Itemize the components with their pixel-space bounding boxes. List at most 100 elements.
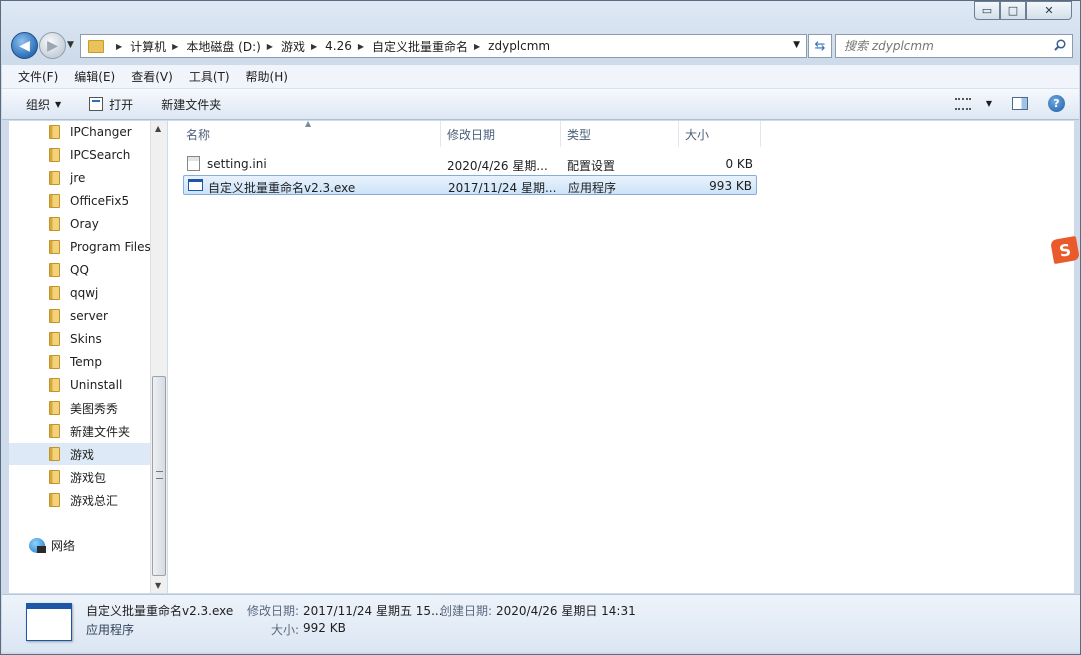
navigation-scrollbar[interactable]: ▲ ▼ [150, 121, 167, 593]
help-icon[interactable]: ? [1048, 95, 1065, 112]
sidebar-item-qq[interactable]: QQ [9, 259, 150, 281]
breadcrumb-drive-d[interactable]: 本地磁盘 (D:) [186, 38, 260, 55]
sidebar-item-label: Temp [70, 355, 102, 369]
sidebar-item-label: 游戏总汇 [70, 493, 119, 508]
scroll-down-icon[interactable]: ▼ [155, 581, 161, 590]
sidebar-item-server[interactable]: server [9, 305, 150, 327]
open-button[interactable]: 打开 [89, 96, 133, 113]
scroll-up-icon[interactable]: ▲ [155, 124, 161, 133]
sidebar-item-jre[interactable]: jre [9, 167, 150, 189]
chevron-right-icon[interactable]: ▶ [172, 42, 178, 51]
folder-icon [49, 217, 60, 231]
file-name: setting.ini [207, 157, 267, 171]
menu-file[interactable]: 文件(F) [18, 68, 58, 85]
folder-icon [49, 424, 60, 438]
grip-icon [156, 471, 163, 479]
forward-button[interactable]: ▶ [39, 32, 66, 59]
breadcrumb-4-26[interactable]: 4.26 [325, 39, 352, 53]
chevron-right-icon[interactable]: ▶ [267, 42, 273, 51]
sidebar-item-skins[interactable]: Skins [9, 328, 150, 350]
breadcrumb-computer[interactable]: 计算机 [130, 38, 166, 55]
sidebar-item-meitu[interactable]: 美图秀秀 [9, 397, 150, 419]
details-size-label: 大小: [271, 623, 300, 637]
address-dropdown-icon[interactable]: ▼ [793, 40, 800, 50]
sidebar-item-label: 新建文件夹 [70, 424, 131, 439]
sidebar-item-temp[interactable]: Temp [9, 351, 150, 373]
sidebar-item-label: OfficeFix5 [70, 194, 130, 208]
scrollbar-thumb[interactable] [152, 376, 166, 576]
sidebar-item-oray[interactable]: Oray [9, 213, 150, 235]
organize-button[interactable]: 组织 ▼ [26, 96, 61, 113]
search-input[interactable] [844, 39, 1044, 53]
file-size: 0 KB [725, 157, 753, 171]
close-button[interactable]: ✕ [1026, 1, 1072, 20]
chevron-right-icon[interactable]: ▶ [311, 42, 317, 51]
new-folder-button[interactable]: 新建文件夹 [161, 96, 221, 113]
back-button[interactable]: ◀ [11, 32, 38, 59]
file-row-batch-rename-exe[interactable]: 自定义批量重命名v2.3.exe 2017/11/24 星期... 应用程序 9… [183, 175, 757, 195]
folder-icon [49, 286, 60, 300]
breadcrumb-batch-rename[interactable]: 自定义批量重命名 [372, 38, 468, 55]
menu-edit[interactable]: 编辑(E) [74, 68, 115, 85]
column-header-size[interactable]: 大小 [679, 121, 761, 147]
sidebar-item-officefix5[interactable]: OfficeFix5 [9, 190, 150, 212]
chevron-right-icon[interactable]: ▶ [116, 42, 122, 51]
chevron-right-icon[interactable]: ▶ [474, 42, 480, 51]
search-icon[interactable] [1054, 39, 1066, 51]
sidebar-item-ipchanger[interactable]: IPChanger [9, 121, 150, 143]
sogou-ime-icon[interactable]: S [1050, 235, 1080, 265]
sidebar-item-label: QQ [70, 263, 89, 277]
file-type: 应用程序 [568, 181, 617, 195]
organize-label: 组织 [26, 97, 51, 112]
sidebar-item-games[interactable]: 游戏 [9, 443, 150, 465]
sidebar-item-label: server [70, 309, 108, 323]
minimize-button[interactable]: ▭ [974, 1, 1000, 20]
details-filename: 自定义批量重命名v2.3.exe [86, 604, 234, 618]
exe-file-icon [188, 179, 203, 191]
details-created-label: 创建日期: [440, 604, 493, 618]
file-date: 2020/4/26 星期... [447, 159, 548, 173]
details-created-value: 2020/4/26 星期日 14:31 [496, 604, 636, 618]
recent-pages-dropdown-icon[interactable]: ▼ [67, 40, 74, 50]
refresh-button[interactable]: ⇆ [808, 34, 832, 58]
folder-icon [49, 194, 60, 208]
menu-tools[interactable]: 工具(T) [189, 68, 230, 85]
folder-icon [49, 240, 60, 254]
sidebar-item-new-folder[interactable]: 新建文件夹 [9, 420, 150, 442]
sidebar-item-label: Uninstall [70, 378, 123, 392]
details-size-value: 992 KB [303, 621, 346, 635]
file-row-setting-ini[interactable]: setting.ini 2020/4/26 星期... 配置设置 0 KB [183, 154, 757, 174]
column-header-name[interactable]: 名称 [180, 121, 441, 147]
sidebar-item-qqwj[interactable]: qqwj [9, 282, 150, 304]
breadcrumb-games[interactable]: 游戏 [281, 38, 305, 55]
maximize-button[interactable]: □ [1000, 1, 1026, 20]
folder-icon [49, 470, 60, 484]
column-header-type[interactable]: 类型 [561, 121, 679, 147]
menu-view[interactable]: 查看(V) [131, 68, 173, 85]
sidebar-item-program-files[interactable]: Program Files [9, 236, 150, 258]
sidebar-item-game-collection[interactable]: 游戏总汇 [9, 489, 150, 511]
address-bar[interactable]: ▶ 计算机 ▶ 本地磁盘 (D:) ▶ 游戏 ▶ 4.26 ▶ 自定义批量重命名… [80, 34, 807, 58]
sidebar-item-label: 美图秀秀 [70, 401, 119, 416]
address-row: ◀ ▶ ▼ ▶ 计算机 ▶ 本地磁盘 (D:) ▶ 游戏 ▶ 4.26 ▶ 自定… [9, 32, 1073, 60]
sidebar-item-network[interactable]: 网络 [29, 537, 75, 554]
preview-pane-icon[interactable] [1012, 97, 1028, 110]
sidebar-item-game-pack[interactable]: 游戏包 [9, 466, 150, 488]
ini-file-icon [187, 156, 200, 171]
navigation-pane: IPChanger IPCSearch jre OfficeFix5 Oray … [9, 121, 150, 593]
view-options-dropdown-icon[interactable]: ▼ [986, 99, 992, 108]
sidebar-item-ipcsearch[interactable]: IPCSearch [9, 144, 150, 166]
folder-icon [49, 447, 60, 461]
folder-icon [49, 378, 60, 392]
chevron-right-icon[interactable]: ▶ [358, 42, 364, 51]
change-view-icon[interactable] [954, 97, 971, 110]
sidebar-item-uninstall[interactable]: Uninstall [9, 374, 150, 396]
breadcrumb-zdyplcmm[interactable]: zdyplcmm [488, 39, 550, 53]
new-folder-label: 新建文件夹 [161, 97, 222, 112]
folder-icon [49, 309, 60, 323]
menu-help[interactable]: 帮助(H) [246, 68, 288, 85]
network-icon [29, 538, 46, 553]
details-filetype: 应用程序 [86, 623, 135, 637]
explorer-window: ▭ □ ✕ ◀ ▶ ▼ ▶ 计算机 ▶ 本地磁盘 (D:) ▶ 游戏 ▶ 4.2… [0, 0, 1081, 655]
column-header-date[interactable]: 修改日期 [441, 121, 561, 147]
